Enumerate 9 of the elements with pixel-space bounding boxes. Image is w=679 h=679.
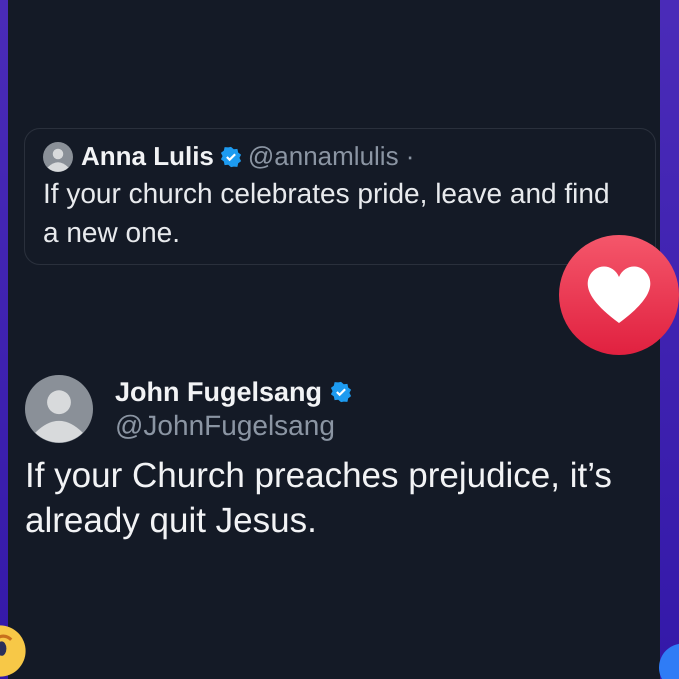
author-handle: @JohnFugelsang xyxy=(115,410,336,442)
author-name: John Fugelsang xyxy=(115,376,322,408)
post-text: If your Church preaches prejudice, it’s already quit Jesus. xyxy=(25,455,613,542)
heart-reaction-icon xyxy=(559,235,679,355)
post-text: If your church celebrates pride, leave and find a new one. xyxy=(43,177,611,250)
avatar xyxy=(25,375,93,443)
author-handle: @annamlulis · xyxy=(248,141,414,172)
author-name: Anna Lulis xyxy=(81,141,214,172)
avatar xyxy=(43,142,73,172)
